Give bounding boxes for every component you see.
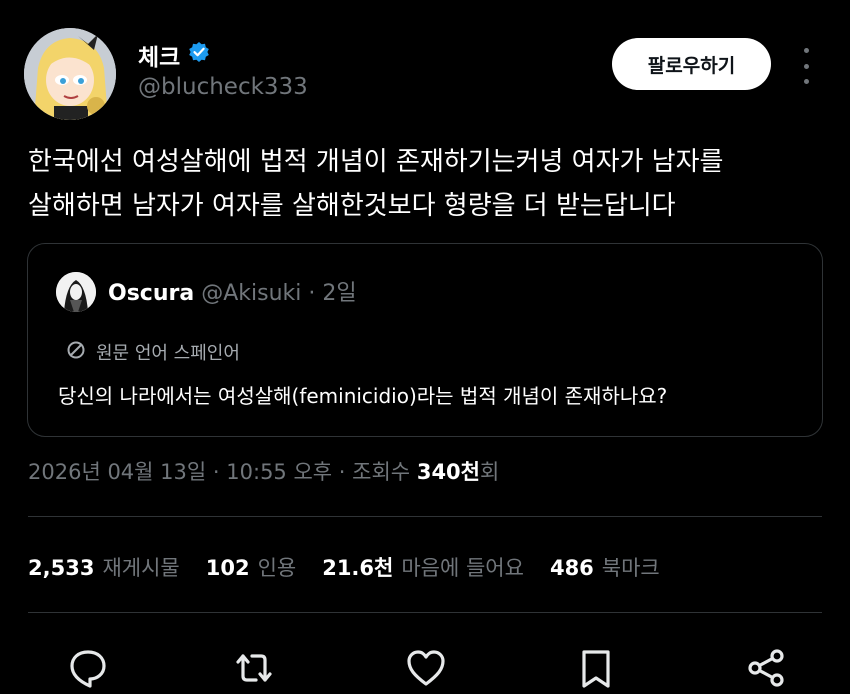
author-handle[interactable]: @blucheck333 xyxy=(138,74,308,100)
quoted-tweet-text: 당신의 나라에서는 여성살해(feminicidio)라는 법적 개념이 존재하… xyxy=(58,384,668,408)
reposts-stat[interactable]: 2,533 재게시물 xyxy=(28,552,180,582)
tweet-meta: 2026년 04월 13일 · 10:55 오후 · 조회수 340천회 xyxy=(28,456,499,486)
translation-label: 원문 언어 스페인어 xyxy=(96,343,240,364)
tweet-text: 한국에선 여성살해에 법적 개념이 존재하기는커녕 여자가 남자를 살해하면 남… xyxy=(28,140,828,228)
likes-stat[interactable]: 21.6천 마음에 들어요 xyxy=(322,552,524,582)
quoted-tweet-header: Oscura @Akisuki · 2일 xyxy=(108,275,357,307)
views-label: 조회수 xyxy=(352,460,411,484)
quoted-separator: · xyxy=(308,281,316,306)
engagement-stats: 2,533 재게시물 102 인용 21.6천 마음에 들어요 486 북마크 xyxy=(28,552,660,582)
quoted-age: 2일 xyxy=(322,281,357,306)
divider xyxy=(28,612,822,613)
repost-icon[interactable] xyxy=(232,646,276,690)
quoted-author-handle[interactable]: @Akisuki xyxy=(201,281,301,306)
tweet-text-line-1: 한국에선 여성살해에 법적 개념이 존재하기는커녕 여자가 남자를 xyxy=(28,147,724,177)
views-suffix: 회 xyxy=(479,460,500,484)
author-name[interactable]: 체크 xyxy=(138,38,210,72)
author-display-name[interactable]: 체크 xyxy=(138,38,180,72)
tweet-time[interactable]: 10:55 오후 xyxy=(226,460,332,484)
bookmark-icon[interactable] xyxy=(574,646,618,690)
more-options-icon[interactable] xyxy=(796,48,816,84)
translate-icon xyxy=(66,340,86,365)
quoted-author-avatar[interactable] xyxy=(56,272,96,312)
quoted-tweet-card[interactable]: Oscura @Akisuki · 2일 원문 언어 스페인어 당신의 나라에서… xyxy=(27,243,823,437)
bookmarks-stat[interactable]: 486 북마크 xyxy=(550,552,660,582)
like-icon[interactable] xyxy=(404,646,448,690)
author-avatar[interactable] xyxy=(24,28,116,120)
tweet-text-line-2: 살해하면 남자가 여자를 살해한것보다 형량을 더 받는답니다 xyxy=(28,191,676,221)
quoted-author-name[interactable]: Oscura xyxy=(108,281,194,306)
translation-note: 원문 언어 스페인어 xyxy=(66,339,240,365)
meta-separator: · xyxy=(338,460,346,484)
verified-badge-icon xyxy=(188,41,210,69)
meta-separator: · xyxy=(212,460,220,484)
tweet-date[interactable]: 2026년 04월 13일 xyxy=(28,460,206,484)
divider xyxy=(28,516,822,517)
views-count[interactable]: 340천 xyxy=(417,460,480,484)
follow-button[interactable]: 팔로우하기 xyxy=(612,38,771,90)
share-icon[interactable] xyxy=(744,646,788,690)
quotes-stat[interactable]: 102 인용 xyxy=(206,552,296,582)
reply-icon[interactable] xyxy=(66,646,110,690)
